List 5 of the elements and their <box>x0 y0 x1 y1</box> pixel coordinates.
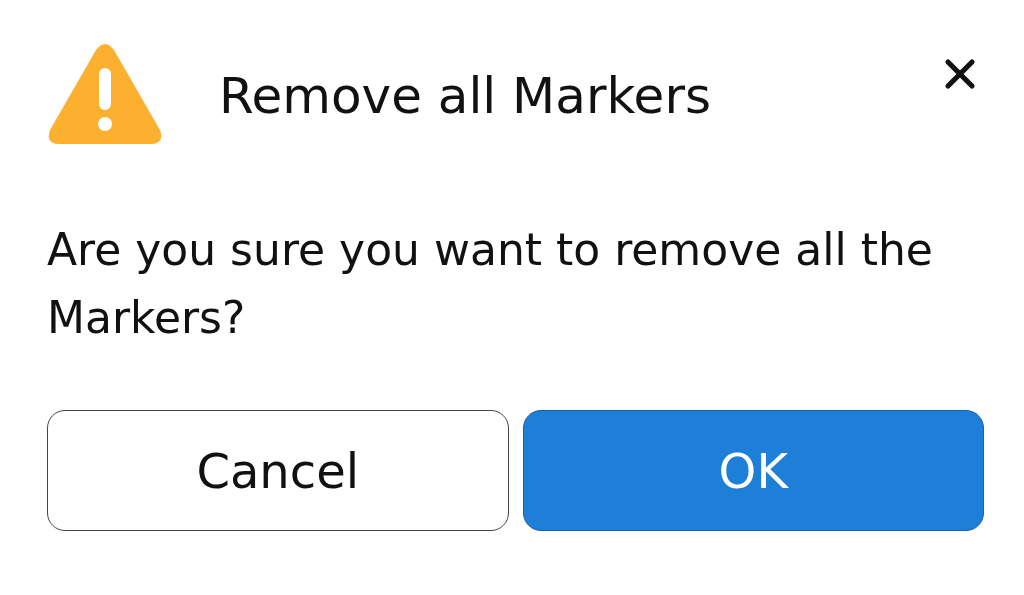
cancel-button[interactable]: Cancel <box>47 410 509 531</box>
ok-button[interactable]: OK <box>522 410 984 531</box>
warning-icon <box>47 44 163 144</box>
dialog-title: Remove all Markers <box>219 66 712 126</box>
dialog-message: Are you sure you want to remove all the Markers? <box>47 223 934 345</box>
